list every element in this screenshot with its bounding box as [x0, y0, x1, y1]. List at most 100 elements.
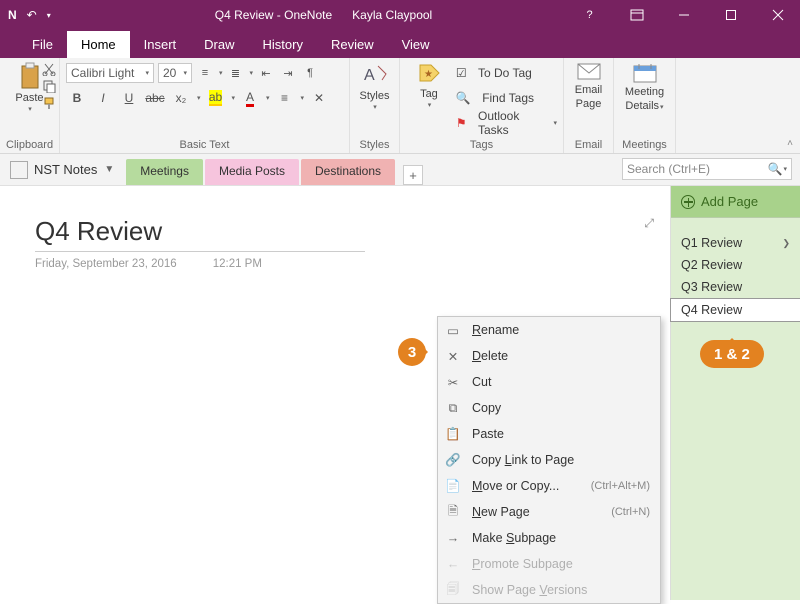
move-icon: 📄: [444, 479, 462, 494]
numbering-icon[interactable]: ≣: [227, 64, 245, 82]
styles-group-label: Styles: [356, 139, 393, 153]
cut-icon[interactable]: [42, 62, 56, 76]
search-input[interactable]: Search (Ctrl+E) 🔍▾: [622, 158, 792, 180]
tag-button[interactable]: ★ Tag▾: [406, 62, 452, 110]
versions-icon: 🗐: [444, 580, 462, 601]
todo-tag-button[interactable]: ☑ To Do Tag: [456, 62, 557, 84]
page-list-panel: Add Page Q1 Review❯ Q2 Review Q3 Review …: [670, 186, 800, 600]
notebook-selector[interactable]: NST Notes ▼: [0, 161, 124, 179]
annotation-badge-1-2: 1 & 2: [700, 340, 764, 368]
subscript-button[interactable]: x₂: [170, 89, 192, 107]
ctx-delete[interactable]: ✕Delete: [438, 343, 660, 369]
flag-icon: ⚑: [456, 116, 467, 130]
ctx-new-page[interactable]: 🗎New Page(Ctrl+N): [438, 499, 660, 525]
search-tag-icon: 🔍: [456, 91, 471, 105]
ribbon-display-button[interactable]: [614, 0, 659, 30]
page-time[interactable]: 12:21 PM: [213, 258, 262, 270]
meeting-details-button[interactable]: Meeting Details▾: [620, 62, 669, 112]
section-tab-meetings[interactable]: Meetings: [126, 159, 203, 185]
calendar-icon: [632, 62, 658, 84]
page-title[interactable]: Q4 Review: [35, 216, 670, 247]
close-button[interactable]: [755, 0, 800, 30]
font-size-select[interactable]: 20▾: [158, 63, 192, 83]
link-icon: 🔗: [444, 453, 462, 468]
align-button[interactable]: ≡: [274, 89, 296, 107]
ctx-promote-subpage: ←Promote Subpage: [438, 551, 660, 577]
qat-caret[interactable]: ▾: [47, 11, 51, 20]
tab-draw[interactable]: Draw: [190, 31, 248, 58]
indent-icon[interactable]: ⇥: [279, 64, 297, 82]
italic-button[interactable]: I: [92, 89, 114, 107]
ctx-copy-link[interactable]: 🔗Copy Link to Page: [438, 447, 660, 473]
outlook-tasks-button[interactable]: ⚑ Outlook Tasks▾: [456, 112, 557, 134]
paste-icon: 📋: [444, 427, 462, 442]
font-family-select[interactable]: Calibri Light▾: [66, 63, 154, 83]
minimize-button[interactable]: [661, 0, 706, 30]
page-item-q4[interactable]: Q4 Review: [670, 298, 800, 322]
email-group-label: Email: [570, 139, 607, 153]
tab-history[interactable]: History: [249, 31, 317, 58]
tab-home[interactable]: Home: [67, 31, 130, 58]
find-tags-button[interactable]: 🔍 Find Tags: [456, 87, 557, 109]
basictext-group-label: Basic Text: [66, 139, 343, 153]
format-painter-icon[interactable]: [42, 96, 56, 110]
styles-button[interactable]: A Styles▾: [356, 62, 393, 112]
page-item-q2[interactable]: Q2 Review: [671, 254, 800, 276]
ctx-move-copy[interactable]: 📄Move or Copy...(Ctrl+Alt+M): [438, 473, 660, 499]
bold-button[interactable]: B: [66, 89, 88, 107]
help-button[interactable]: ?: [567, 0, 612, 30]
font-color-button[interactable]: A: [239, 89, 261, 107]
clipboard-group-label: Clipboard: [6, 139, 53, 153]
page-date[interactable]: Friday, September 23, 2016: [35, 258, 177, 270]
collapse-ribbon-icon[interactable]: ˄: [780, 58, 800, 153]
section-tab-media-posts[interactable]: Media Posts: [205, 159, 299, 185]
chevron-down-icon[interactable]: ❯: [782, 238, 790, 249]
strike-button[interactable]: abc: [144, 89, 166, 107]
copy-icon: ⧉: [444, 401, 462, 416]
underline-button[interactable]: U: [118, 89, 140, 107]
highlight-button[interactable]: ab: [205, 89, 227, 107]
maximize-button[interactable]: [708, 0, 753, 30]
tab-insert[interactable]: Insert: [130, 31, 191, 58]
tag-icon: ★: [417, 62, 441, 86]
add-page-button[interactable]: Add Page: [671, 186, 800, 218]
checkbox-icon: ☑: [456, 66, 467, 80]
search-icon: 🔍: [768, 162, 783, 176]
page-item-q1[interactable]: Q1 Review❯: [671, 232, 800, 254]
tags-group-label: Tags: [406, 139, 557, 153]
tab-view[interactable]: View: [388, 31, 444, 58]
paragraph-icon[interactable]: ¶: [301, 64, 319, 82]
ctx-rename[interactable]: ▭Rename: [438, 317, 660, 343]
ctx-show-versions: 🗐Show Page Versions: [438, 577, 660, 603]
copy-icon[interactable]: [42, 79, 56, 93]
cut-icon: ✂: [444, 375, 462, 390]
undo-icon[interactable]: ↶: [27, 8, 37, 22]
svg-text:A: A: [364, 67, 375, 84]
app-icon: N: [8, 8, 17, 22]
arrow-right-icon: →: [444, 531, 462, 545]
email-page-button[interactable]: EmailPage: [570, 62, 607, 110]
add-section-button[interactable]: +: [403, 165, 423, 185]
section-tab-destinations[interactable]: Destinations: [301, 159, 395, 185]
ctx-cut[interactable]: ✂Cut: [438, 369, 660, 395]
file-tab[interactable]: File: [18, 31, 67, 58]
add-page-label: Add Page: [701, 194, 758, 209]
ctx-copy[interactable]: ⧉Copy: [438, 395, 660, 421]
newpage-icon: 🗎: [444, 502, 462, 523]
notebook-name: NST Notes: [34, 162, 97, 177]
svg-text:★: ★: [424, 69, 433, 80]
annotation-badge-3: 3: [398, 338, 426, 366]
outdent-icon[interactable]: ⇤: [257, 64, 275, 82]
clipboard-icon: [18, 62, 42, 90]
ctx-paste[interactable]: 📋Paste: [438, 421, 660, 447]
expand-page-icon[interactable]: ⤢: [644, 216, 654, 231]
page-item-q3[interactable]: Q3 Review: [671, 276, 800, 298]
window-title: Q4 Review - OneNote: [215, 8, 332, 22]
ribbon: Paste ▾ Clipboard Calibri Light▾ 20▾ ≡▾ …: [0, 58, 800, 154]
ctx-make-subpage[interactable]: →Make Subpage: [438, 525, 660, 551]
tab-review[interactable]: Review: [317, 31, 388, 58]
bullets-icon[interactable]: ≡: [196, 64, 214, 82]
clear-format-icon[interactable]: ✕: [308, 89, 330, 107]
meetings-group-label: Meetings: [620, 139, 669, 153]
context-menu: ▭Rename ✕Delete ✂Cut ⧉Copy 📋Paste 🔗Copy …: [437, 316, 661, 604]
